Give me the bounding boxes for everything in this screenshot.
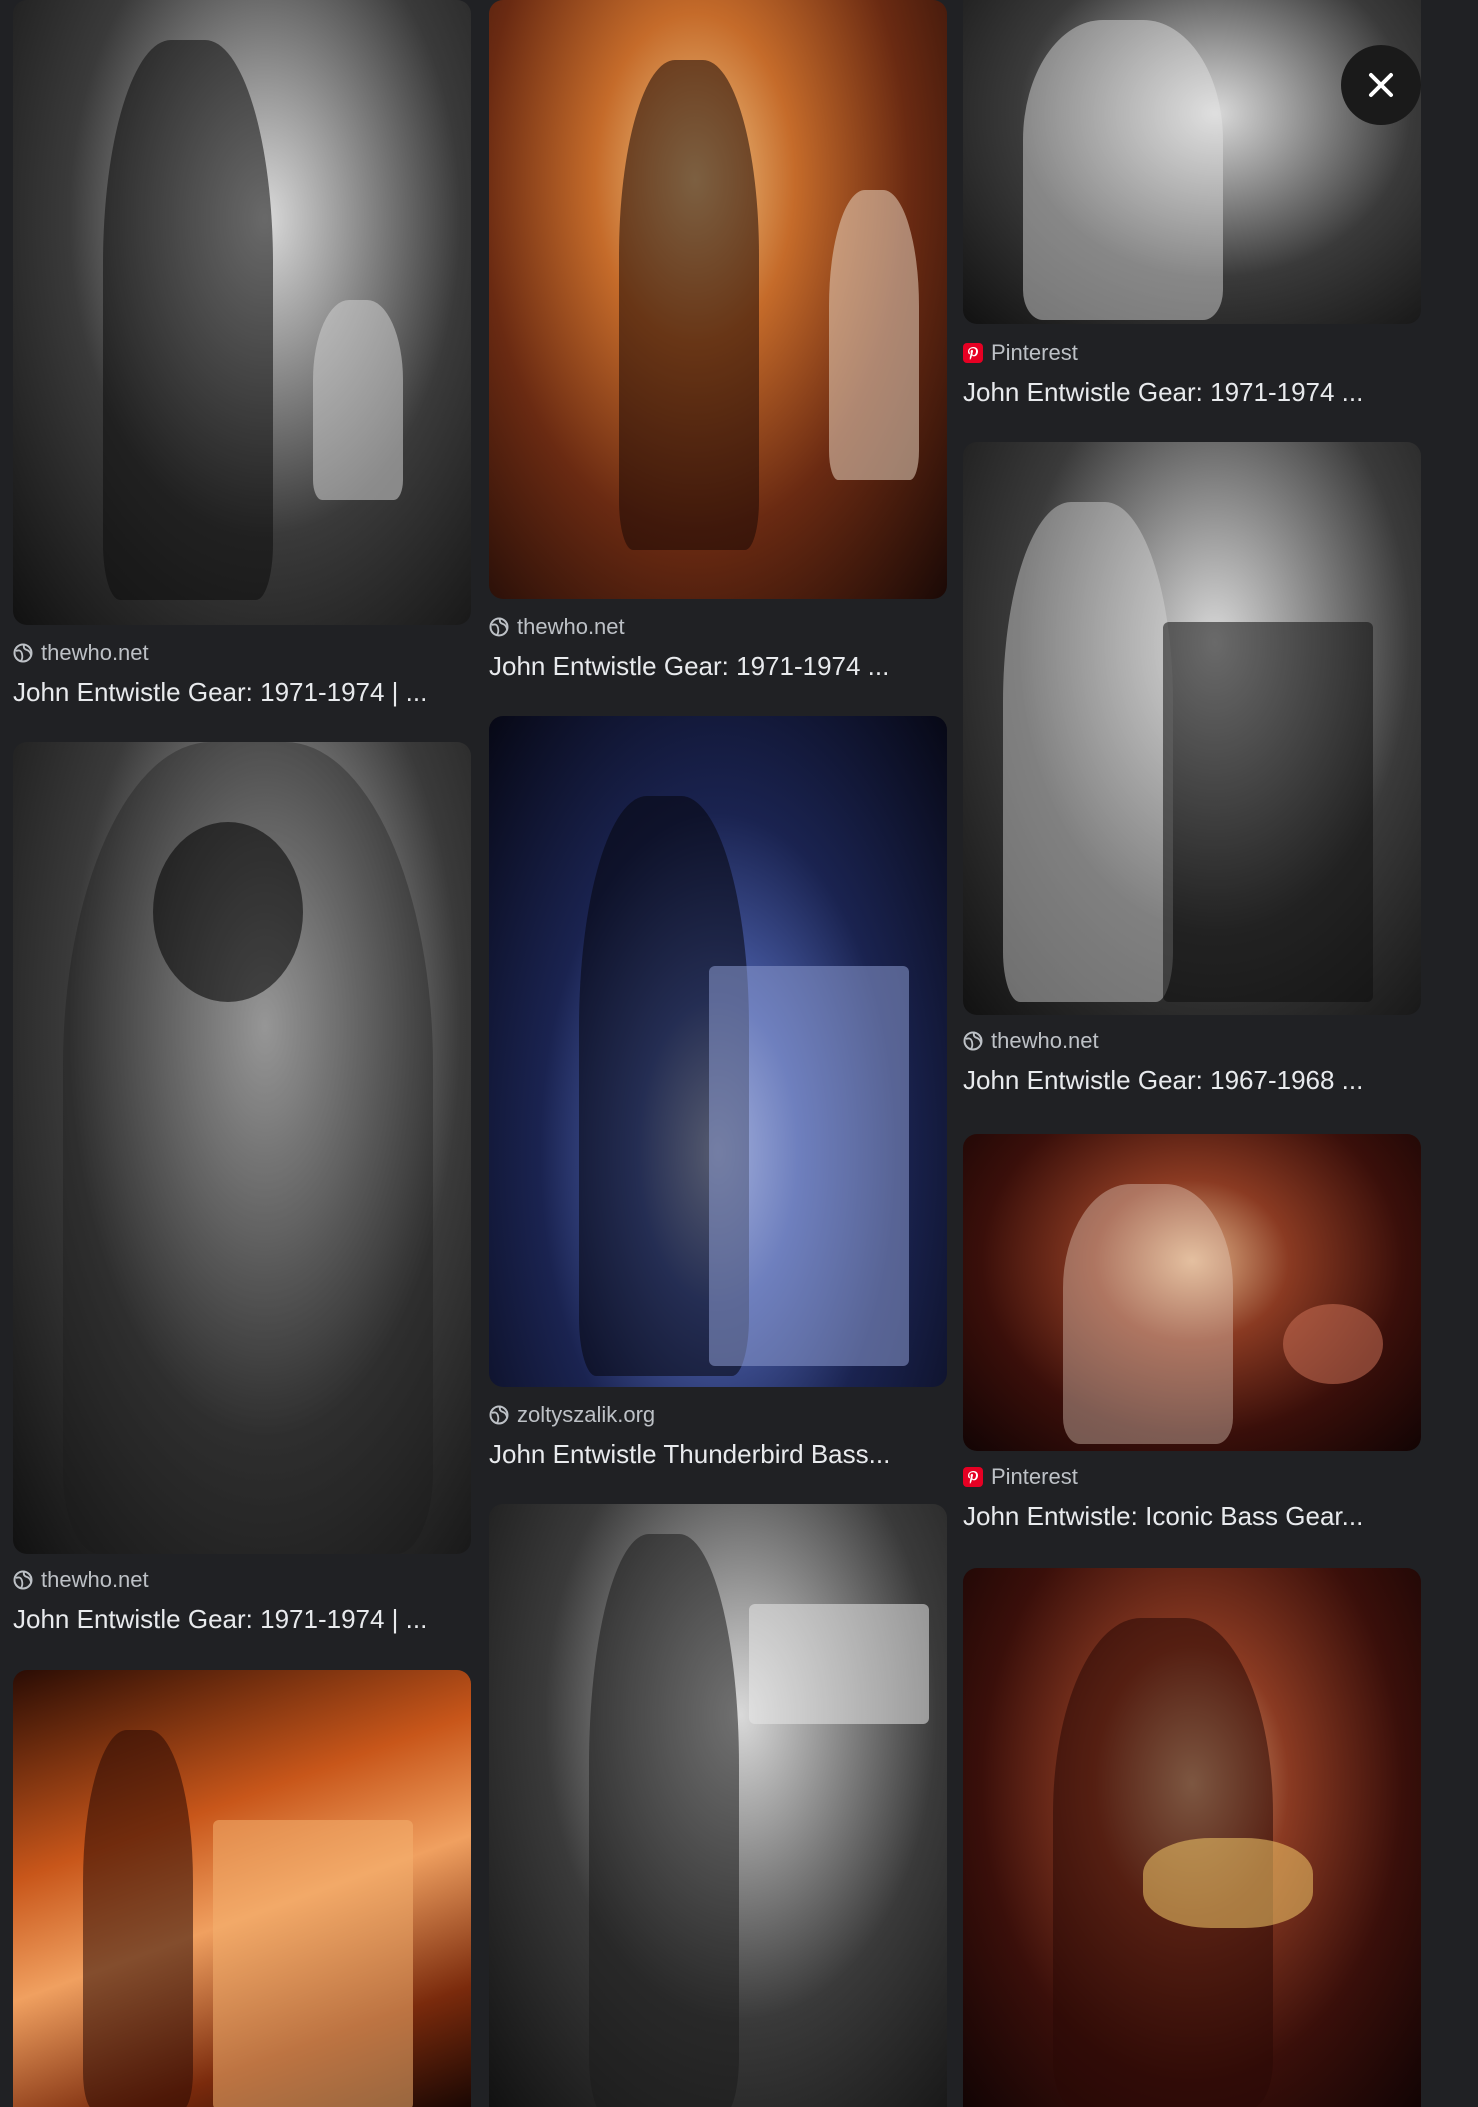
result-title[interactable]: John Entwistle Gear: 1967-1968 ... (963, 1065, 1421, 1096)
result-source[interactable]: Pinterest (963, 1464, 1078, 1489)
result-source[interactable]: thewho.net (13, 1567, 149, 1592)
source-name: thewho.net (517, 614, 625, 639)
source-name: Pinterest (991, 1464, 1078, 1489)
result-title[interactable]: John Entwistle Thunderbird Bass... (489, 1439, 947, 1470)
result-title[interactable]: John Entwistle Gear: 1971-1974 ... (489, 651, 947, 682)
result-thumbnail[interactable] (13, 0, 471, 625)
result-thumbnail[interactable] (13, 742, 471, 1554)
result-thumbnail[interactable] (963, 1134, 1421, 1451)
result-thumbnail[interactable] (489, 1504, 947, 2107)
globe-icon (489, 1405, 509, 1425)
result-thumbnail[interactable] (489, 0, 947, 599)
close-button[interactable] (1341, 45, 1421, 125)
source-name: thewho.net (991, 1028, 1099, 1053)
pinterest-icon (963, 1467, 983, 1487)
result-title[interactable]: John Entwistle: Iconic Bass Gear... (963, 1501, 1421, 1532)
result-thumbnail[interactable] (489, 716, 947, 1387)
result-thumbnail[interactable] (963, 442, 1421, 1015)
result-thumbnail[interactable] (963, 1568, 1421, 2107)
result-source[interactable]: thewho.net (963, 1028, 1099, 1053)
result-title[interactable]: John Entwistle Gear: 1971-1974 | ... (13, 677, 471, 708)
source-name: thewho.net (41, 640, 149, 665)
globe-icon (489, 617, 509, 637)
close-icon (1369, 73, 1393, 97)
result-source[interactable]: Pinterest (963, 340, 1078, 365)
source-name: Pinterest (991, 340, 1078, 365)
result-thumbnail[interactable] (13, 1670, 471, 2107)
pinterest-icon (963, 343, 983, 363)
image-results-grid: thewho.net John Entwistle Gear: 1971-197… (0, 0, 1478, 2107)
result-source[interactable]: thewho.net (489, 614, 625, 639)
result-title[interactable]: John Entwistle Gear: 1971-1974 | ... (13, 1604, 471, 1635)
source-name: zoltyszalik.org (517, 1402, 656, 1427)
result-thumbnail[interactable] (963, 0, 1421, 324)
globe-icon (13, 643, 33, 663)
globe-icon (13, 1570, 33, 1590)
result-title[interactable]: John Entwistle Gear: 1971-1974 ... (963, 377, 1421, 408)
result-source[interactable]: zoltyszalik.org (489, 1402, 656, 1427)
source-name: thewho.net (41, 1567, 149, 1592)
result-source[interactable]: thewho.net (13, 640, 149, 665)
globe-icon (963, 1031, 983, 1051)
